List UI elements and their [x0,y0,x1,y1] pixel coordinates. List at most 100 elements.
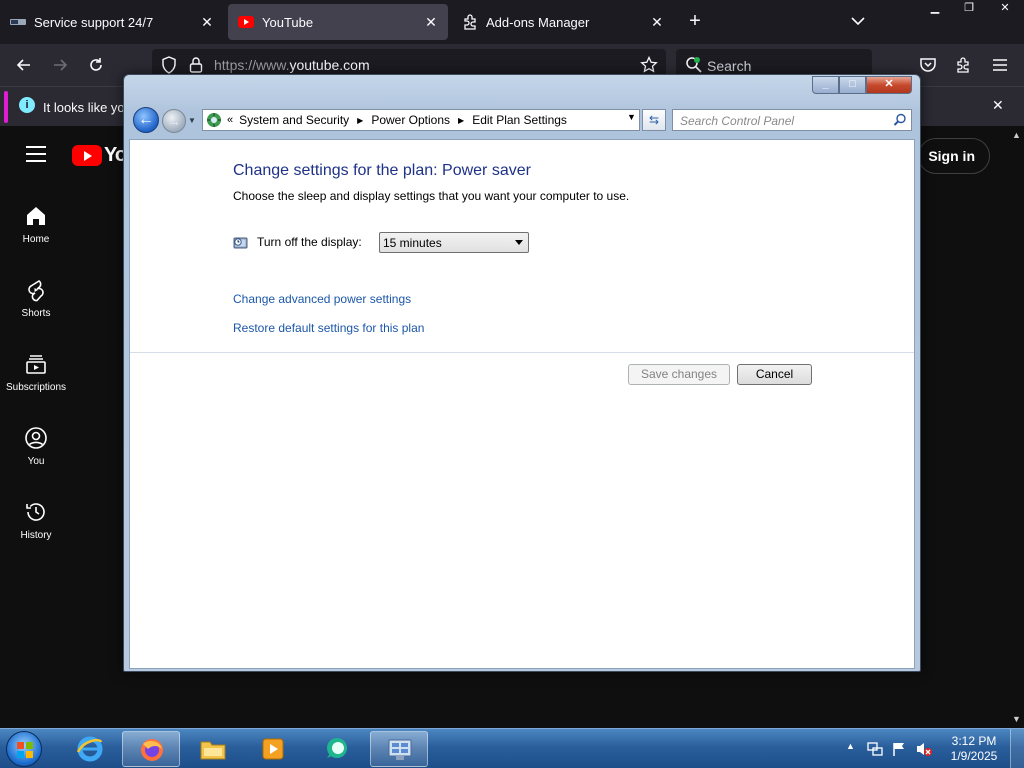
control-panel-icon [206,112,222,128]
puzzle-icon [462,14,478,30]
tab-service-support[interactable]: Service support 24/7 ✕ [0,4,224,40]
notification-text: It looks like yo [43,100,125,115]
taskbar-firefox[interactable] [122,731,180,767]
search-icon[interactable] [893,113,907,127]
youtube-play-icon [72,145,102,166]
close-notification-icon[interactable]: ✕ [992,97,1004,114]
sidebar-item-home[interactable]: Home [0,204,72,245]
tab-youtube[interactable]: YouTube ✕ [228,4,448,40]
browser-window-controls: ▁ ❐ ✕ [918,0,1024,18]
chevron-down-icon[interactable] [848,10,868,32]
save-changes-button[interactable]: Save changes [628,364,730,385]
turn-off-display-value: 15 minutes [383,236,442,250]
scroll-up-icon[interactable]: ▲ [1012,130,1021,140]
sign-in-button[interactable]: Sign in [918,138,990,174]
turn-off-display-select[interactable]: 15 minutes [379,232,529,253]
site-favicon-icon [10,14,26,30]
recent-pages-icon[interactable]: ▼ [188,116,196,125]
url-domain: youtube.com [289,57,370,73]
change-advanced-settings-link[interactable]: Change advanced power settings [233,292,411,306]
breadcrumb-power-options[interactable]: Power Options [371,113,450,127]
youtube-menu-icon[interactable] [26,146,46,164]
close-tab-icon[interactable]: ✕ [648,13,666,31]
divider [130,352,914,353]
breadcrumb-overflow-icon[interactable]: « [227,114,233,126]
sidebar-item-you[interactable]: You [0,426,72,467]
search-control-panel-input[interactable]: Search Control Panel [672,109,912,131]
turn-off-display-label: Turn off the display: [257,235,362,249]
reload-icon[interactable] [84,54,108,76]
breadcrumb-edit-plan-settings[interactable]: Edit Plan Settings [472,113,567,127]
sidebar-item-label: You [27,456,45,467]
media-player-icon [259,736,287,762]
sidebar-item-history[interactable]: History [0,500,72,541]
shorts-icon [24,278,48,302]
youtube-favicon-icon [238,14,254,30]
page-description: Choose the sleep and display settings th… [233,189,630,203]
control-panel-content: Change settings for the plan: Power save… [129,139,915,669]
restore-defaults-link[interactable]: Restore default settings for this plan [233,321,424,335]
action-center-flag-icon[interactable] [891,741,907,760]
breadcrumb: « System and Security ▶ Power Options ▶ … [227,113,567,127]
hamburger-menu-icon[interactable] [988,54,1012,76]
sidebar-item-subscriptions[interactable]: Subscriptions [0,352,72,393]
clock-time: 3:12 PM [951,734,997,748]
tab-title: Add-ons Manager [486,14,590,30]
breadcrumb-separator-icon[interactable]: ▶ [458,116,464,125]
close-tab-icon[interactable]: ✕ [422,13,440,31]
show-desktop-button[interactable] [1010,729,1024,768]
taskbar-control-panel[interactable] [370,731,428,767]
maximize-icon[interactable]: □ [839,76,866,94]
tab-strip: Service support 24/7 ✕ YouTube ✕ Add-ons… [0,0,1024,44]
youtube-logo[interactable]: Yo [72,144,127,167]
taskbar-media-player[interactable] [244,731,302,767]
breadcrumb-system-security[interactable]: System and Security [239,113,349,127]
firefox-icon [138,737,166,763]
tab-addons-manager[interactable]: Add-ons Manager ✕ [452,4,674,40]
search-placeholder: Search [707,58,752,74]
url-prefix: https://www. [214,57,290,73]
sign-in-label: Sign in [928,148,975,164]
sidebar-item-label: Subscriptions [5,382,67,393]
sidebar-item-label: History [20,530,52,541]
chevron-down-icon [515,240,523,245]
scroll-down-icon[interactable]: ▼ [1012,714,1021,724]
sidebar-item-shorts[interactable]: Shorts [0,278,72,319]
close-window-icon[interactable]: ✕ [986,0,1024,18]
volume-muted-icon[interactable] [915,741,933,760]
url-text: https://www.youtube.com [214,57,370,73]
forward-button[interactable]: → [162,109,186,133]
forward-arrow-icon[interactable] [48,54,72,76]
pocket-icon[interactable] [916,54,940,76]
close-tab-icon[interactable]: ✕ [198,13,216,31]
display-monitor-icon [233,235,249,251]
minimize-icon[interactable]: _ [812,76,839,94]
show-hidden-icons[interactable]: ▲ [846,741,855,751]
control-panel-window-controls: _ □ ✕ [812,76,912,94]
taskbar-messenger[interactable] [308,731,366,767]
system-clock[interactable]: 3:12 PM 1/9/2025 [944,734,1004,764]
sidebar-item-label: Shorts [21,308,51,319]
you-icon [24,426,48,450]
messenger-icon [323,736,351,762]
back-button[interactable]: ← [133,107,159,133]
start-button[interactable] [6,731,42,767]
refresh-icon[interactable]: ⇆ [642,109,666,131]
taskbar-internet-explorer[interactable] [61,731,119,767]
taskbar: ▲ 3:12 PM 1/9/2025 [0,728,1024,768]
search-placeholder: Search Control Panel [680,114,795,128]
cancel-button[interactable]: Cancel [737,364,812,385]
back-arrow-icon[interactable] [12,54,36,76]
new-tab-button[interactable]: + [684,10,706,32]
info-icon: i [19,97,35,113]
network-icon[interactable] [867,741,883,760]
taskbar-file-explorer[interactable] [184,731,242,767]
restore-icon[interactable]: ❐ [952,0,986,18]
breadcrumb-separator-icon[interactable]: ▶ [357,116,363,125]
extensions-icon[interactable] [952,54,976,76]
minimize-icon[interactable]: ▁ [918,0,952,18]
address-bar[interactable]: « System and Security ▶ Power Options ▶ … [202,109,640,131]
close-window-icon[interactable]: ✕ [866,76,912,94]
address-dropdown-icon[interactable]: ▼ [627,112,636,122]
notification-accent [4,91,8,123]
